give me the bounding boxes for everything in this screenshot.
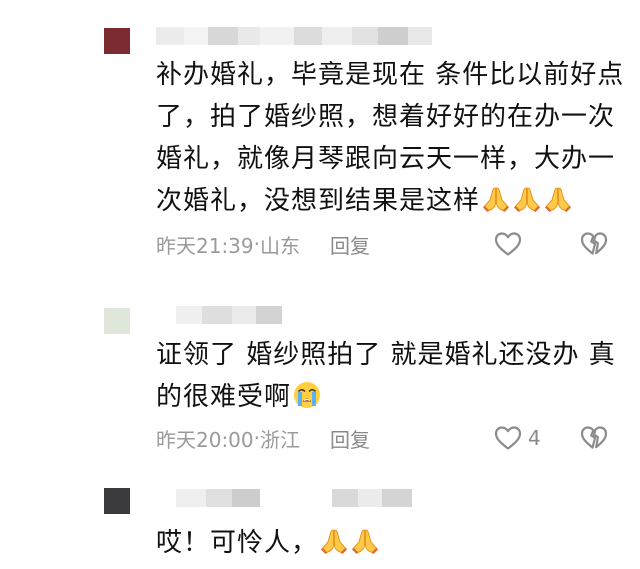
reply-button[interactable]: 回复 [330, 424, 370, 453]
comment-line: 婚礼，就像月琴跟向云天一样，大办一 [156, 144, 616, 174]
comment-meta: 昨天20:00 · 浙江 回复 [156, 424, 370, 453]
folded-hands-icon [319, 526, 349, 569]
broken-heart-icon [580, 231, 608, 257]
reply-button[interactable]: 回复 [330, 230, 370, 259]
comment-actions: 4 [494, 423, 608, 453]
avatar[interactable] [104, 488, 130, 514]
comment-text: 补办婚礼，毕竟是现在 条件比以前好点 了，拍了婚纱照，想着好好的在办一次 婚礼，… [156, 54, 626, 227]
comment-line: 补办婚礼，毕竟是现在 条件比以前好点 [156, 60, 625, 90]
folded-hands-icon [350, 526, 380, 569]
broken-heart-icon [580, 425, 608, 451]
location: 山东 [260, 233, 300, 258]
comment-line: 的很难受啊 [156, 376, 626, 423]
heart-outline-icon [494, 425, 522, 451]
comment-text: 证领了 婚纱照拍了 就是婚礼还没办 真 的很难受啊 [156, 334, 626, 423]
comment-line: 证领了 婚纱照拍了 就是婚礼还没办 真 [156, 340, 616, 370]
folded-hands-icon [481, 184, 511, 227]
username-blurred[interactable] [176, 489, 412, 507]
folded-hands-icon [543, 184, 573, 227]
comment-meta: 昨天21:39 · 山东 回复 [156, 230, 370, 259]
dislike-button[interactable] [580, 231, 608, 257]
timestamp: 昨天21:39 [156, 233, 254, 258]
location: 浙江 [260, 427, 300, 452]
username-blurred[interactable] [176, 306, 282, 324]
dislike-button[interactable] [580, 425, 608, 451]
crying-face-icon [292, 380, 322, 423]
like-button[interactable]: 4 [494, 425, 542, 451]
comment-line: 了，拍了婚纱照，想着好好的在办一次 [156, 102, 616, 132]
heart-outline-icon [494, 231, 522, 257]
comment-actions [494, 229, 608, 259]
timestamp: 昨天20:00 [156, 427, 254, 452]
avatar[interactable] [104, 308, 130, 334]
like-count: 4 [528, 426, 541, 450]
avatar[interactable] [104, 28, 130, 54]
comment-line: 次婚礼，没想到结果是这样 [156, 180, 626, 227]
folded-hands-icon [512, 184, 542, 227]
username-blurred[interactable] [156, 27, 432, 45]
like-button[interactable] [494, 231, 542, 257]
